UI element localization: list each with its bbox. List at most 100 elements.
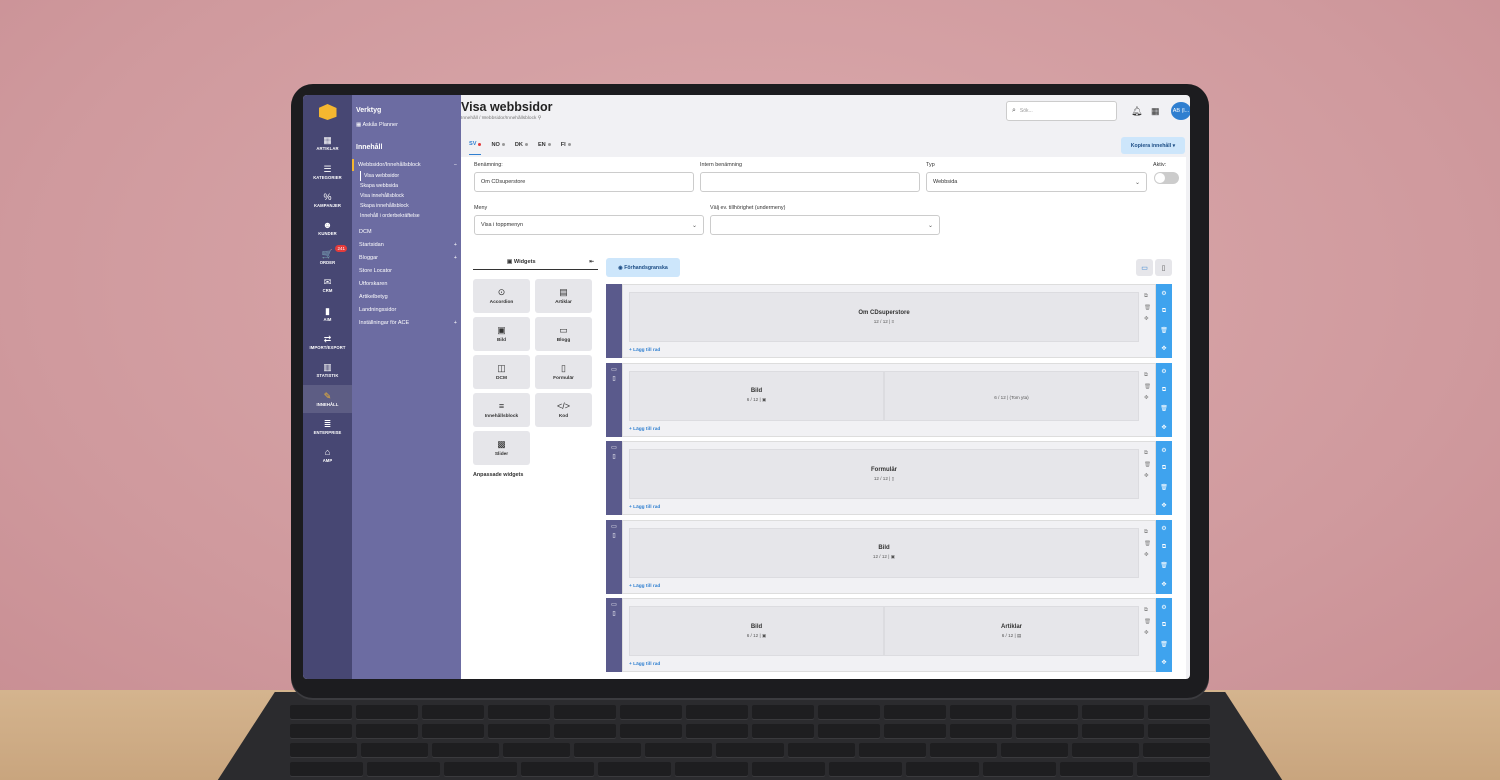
nav-item[interactable]: Landningssidor: [352, 303, 461, 316]
copy-icon[interactable]: ⧉: [1162, 622, 1166, 629]
nav-item[interactable]: Artikelbetyg: [352, 290, 461, 303]
copy-icon[interactable]: ⧉: [1144, 372, 1151, 379]
copy-icon[interactable]: ⧉: [1144, 450, 1151, 457]
widget-dcm[interactable]: ◫ DCM: [473, 355, 530, 389]
add-row-link[interactable]: + Lägg till rad: [629, 505, 660, 510]
rail-item-kategorier[interactable]: ☰ KATEGORIER: [303, 157, 352, 185]
nav-item-planner[interactable]: ▦ Askås Planner: [352, 122, 461, 128]
widget-slider[interactable]: ▩ Slider: [473, 431, 530, 465]
widget-innehållsblock[interactable]: ≡ Innehållsblock: [473, 393, 530, 427]
trash-icon[interactable]: 🗑︎: [1160, 405, 1168, 412]
active-toggle[interactable]: [1154, 172, 1179, 184]
desktop-view-icon[interactable]: ▭: [1136, 259, 1153, 276]
move-icon[interactable]: ✥: [1161, 581, 1166, 588]
nav-item[interactable]: Store Locator: [352, 264, 461, 277]
trash-icon[interactable]: 🗑︎: [1160, 484, 1168, 491]
rail-item-artiklar[interactable]: ▦ ARTIKLAR: [303, 129, 352, 157]
bell-icon[interactable]: 🔔︎: [1131, 106, 1142, 117]
widget-accordion[interactable]: ⊙ Accordion: [473, 279, 530, 313]
nav-item[interactable]: DCM: [352, 225, 461, 238]
row-handle[interactable]: ▭ ▯: [606, 519, 622, 594]
content-cell[interactable]: Bild 6 / 12 | ▣: [629, 370, 884, 421]
tab-lang-fi[interactable]: FI: [561, 141, 571, 155]
widget-artiklar[interactable]: ▤ Artiklar: [535, 279, 592, 313]
name-field[interactable]: Om CDsuperstore: [474, 172, 694, 192]
rail-item-importexport[interactable]: ⇄ IMPORT/EXPORT: [303, 328, 352, 356]
content-cell[interactable]: Artiklar 6 / 12 | ▤: [884, 606, 1139, 656]
move-icon[interactable]: ✥: [1161, 345, 1166, 352]
nav-subitem[interactable]: Skapa innehållsblock: [352, 201, 461, 211]
widget-kod[interactable]: </> Kod: [535, 393, 592, 427]
rail-item-order[interactable]: 🛒 ORDER 241: [303, 243, 352, 271]
logo[interactable]: [303, 95, 352, 129]
rail-item-enterprise[interactable]: ≣ ENTERPRISE: [303, 413, 352, 441]
move-icon[interactable]: ✥: [1144, 395, 1151, 401]
move-icon[interactable]: ✥: [1161, 424, 1166, 431]
row-handle[interactable]: [606, 284, 622, 358]
internal-name-field[interactable]: [700, 172, 920, 192]
settings-icon[interactable]: ⚙: [1161, 447, 1166, 454]
nav-subitem[interactable]: Skapa webbsida: [352, 181, 461, 191]
add-row-link[interactable]: + Lägg till rad: [629, 584, 660, 589]
calendar-icon[interactable]: ▦: [1151, 106, 1160, 117]
trash-icon[interactable]: 🗑︎: [1144, 305, 1151, 311]
avatar[interactable]: AB (l...: [1171, 102, 1190, 120]
copy-icon[interactable]: ⧉: [1162, 387, 1166, 394]
move-icon[interactable]: ✥: [1161, 659, 1166, 666]
settings-icon[interactable]: ⚙: [1161, 525, 1166, 532]
nav-subitem[interactable]: Visa innehållsblock: [352, 191, 461, 201]
trash-icon[interactable]: 🗑︎: [1144, 462, 1151, 468]
nav-group-webpages[interactable]: Webbsidor/Innehållsblock −: [352, 159, 461, 171]
rail-item-statistik[interactable]: ▥ STATISTIK: [303, 356, 352, 384]
nav-subitem[interactable]: Innehåll i orderbekräftelse: [352, 211, 461, 221]
copy-icon[interactable]: ⧉: [1144, 293, 1151, 300]
content-cell[interactable]: Bild 12 / 12 | ▣: [629, 527, 1139, 578]
rail-item-crm[interactable]: ✉ CRM: [303, 271, 352, 299]
preview-button[interactable]: ◉ Förhandsgranska: [606, 258, 680, 277]
collapse-panel-icon[interactable]: ⇤: [589, 259, 594, 265]
tab-lang-no[interactable]: NO: [491, 141, 505, 155]
row-handle[interactable]: ▭ ▯: [606, 441, 622, 515]
link-icon[interactable]: ⚲: [538, 116, 542, 121]
trash-icon[interactable]: 🗑︎: [1160, 562, 1168, 569]
type-select[interactable]: Webbsida ⌄: [926, 172, 1147, 192]
tab-lang-dk[interactable]: DK: [515, 141, 528, 155]
trash-icon[interactable]: 🗑︎: [1144, 541, 1151, 547]
widget-formulär[interactable]: ▯ Formulär: [535, 355, 592, 389]
widgets-tab[interactable]: ▣ Widgets ⇤: [473, 259, 598, 270]
move-icon[interactable]: ✥: [1144, 630, 1151, 636]
rail-item-kampanjer[interactable]: % KAMPANJER: [303, 186, 352, 214]
tab-lang-sv[interactable]: SV: [469, 141, 482, 155]
trash-icon[interactable]: 🗑︎: [1144, 619, 1151, 625]
add-row-link[interactable]: + Lägg till rad: [629, 427, 660, 432]
rail-item-aim[interactable]: ▮ AIM: [303, 299, 352, 327]
trash-icon[interactable]: 🗑︎: [1160, 327, 1168, 334]
content-cell[interactable]: Om CDsuperstore 12 / 12 | ≡: [629, 292, 1139, 342]
trash-icon[interactable]: 🗑︎: [1144, 384, 1151, 390]
menu-select[interactable]: Visa i toppmenyn ⌄: [474, 215, 704, 235]
nav-item[interactable]: Utforskaren: [352, 277, 461, 290]
move-icon[interactable]: ✥: [1144, 473, 1151, 479]
copy-icon[interactable]: ⧉: [1162, 465, 1166, 472]
content-cell[interactable]: Formulär 12 / 12 | ▯: [629, 449, 1139, 499]
mobile-view-icon[interactable]: ▯: [1155, 259, 1172, 276]
copy-icon[interactable]: ⧉: [1144, 607, 1151, 614]
add-row-link[interactable]: + Lägg till rad: [629, 662, 660, 667]
search-input[interactable]: ⌕ Sök...: [1006, 101, 1117, 121]
nav-item[interactable]: Bloggar +: [352, 251, 461, 264]
copy-icon[interactable]: ⧉: [1162, 544, 1166, 551]
nav-subitem[interactable]: Visa webbsidor: [360, 171, 461, 181]
nav-item[interactable]: Inställningar för ACE +: [352, 316, 461, 329]
copy-icon[interactable]: ⧉: [1162, 308, 1166, 315]
rail-item-innehåll[interactable]: ✎ INNEHÅLL: [303, 384, 352, 413]
widget-blogg[interactable]: ▭ Blogg: [535, 317, 592, 351]
copy-icon[interactable]: ⧉: [1144, 529, 1151, 536]
nav-item[interactable]: Startsidan +: [352, 238, 461, 251]
row-handle[interactable]: ▭ ▯: [606, 598, 622, 672]
move-icon[interactable]: ✥: [1144, 552, 1151, 558]
tab-lang-en[interactable]: EN: [538, 141, 551, 155]
add-row-link[interactable]: + Lägg till rad: [629, 348, 660, 353]
rail-item-kunder[interactable]: ☻ KUNDER: [303, 214, 352, 242]
settings-icon[interactable]: ⚙: [1161, 368, 1166, 375]
settings-icon[interactable]: ⚙: [1161, 604, 1166, 611]
